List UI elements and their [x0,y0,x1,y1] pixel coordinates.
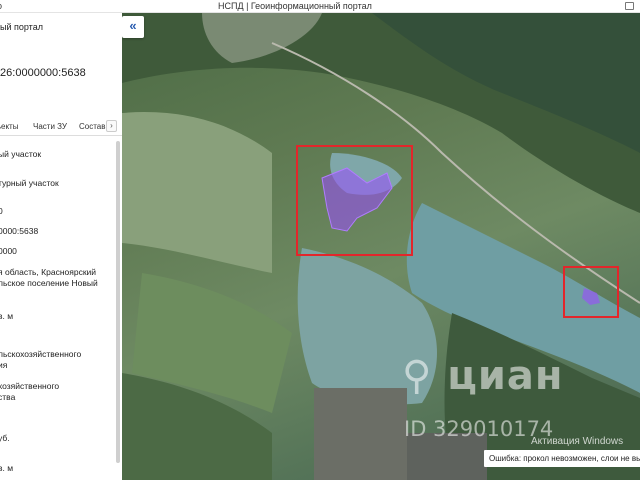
panel-tabs: ъекты Части ЗУ Состав › [0,116,122,136]
field-object-type: ый участок [0,149,42,159]
tab-objects[interactable]: ъекты [0,122,18,131]
watermark-logo: ⚲ циан [402,353,564,399]
selection-box-secondary [563,266,619,318]
field-object-subtype: турный участок [0,178,59,188]
browser-title-bar: о НСПД | Геоинформационный портал [0,0,640,13]
field-value: 0 [0,206,3,216]
field-declared-area: в. м [0,463,14,473]
object-info-panel: ый портал :26:0000000:5638 ъекты Части З… [0,13,122,480]
collapse-panel-button[interactable]: « [122,16,144,38]
field-address-line1: я область, Красноярский [0,267,97,277]
selection-box-main [296,145,413,256]
tab-parcel-parts[interactable]: Части ЗУ [33,122,67,131]
field-area: в. м [0,311,14,321]
error-notification: Ошибка: прокол невозможен, слои не выбра… [484,450,640,467]
panel-scrollbar[interactable] [116,141,120,463]
window-title-fragment: о [0,0,2,12]
field-quarter: 0000 [0,246,17,256]
cadastral-number: :26:0000000:5638 [0,67,86,79]
tabs-next-button[interactable]: › [106,120,117,132]
field-cadastral-value: уб. [0,433,10,443]
page-title: НСПД | Геоинформационный портал [218,1,372,11]
satellite-map[interactable]: « ⚲ циан ID 329010174 Активация Windows … [122,13,640,480]
field-land-category-line2: ия [0,360,8,370]
field-address-line2: льское поселение Новый [0,278,98,288]
field-permitted-use-line2: ства [0,392,16,402]
window-control-icon[interactable] [625,2,634,10]
field-permitted-use-line1: хозяйственного [0,381,60,391]
portal-title: ый портал [0,22,43,32]
windows-activation-text: Активация Windows [531,436,624,447]
field-cadastral-ref: 0000:5638 [0,226,39,236]
tab-composition[interactable]: Состав [79,122,106,131]
field-land-category-line1: льскохозяйственного [0,349,82,359]
